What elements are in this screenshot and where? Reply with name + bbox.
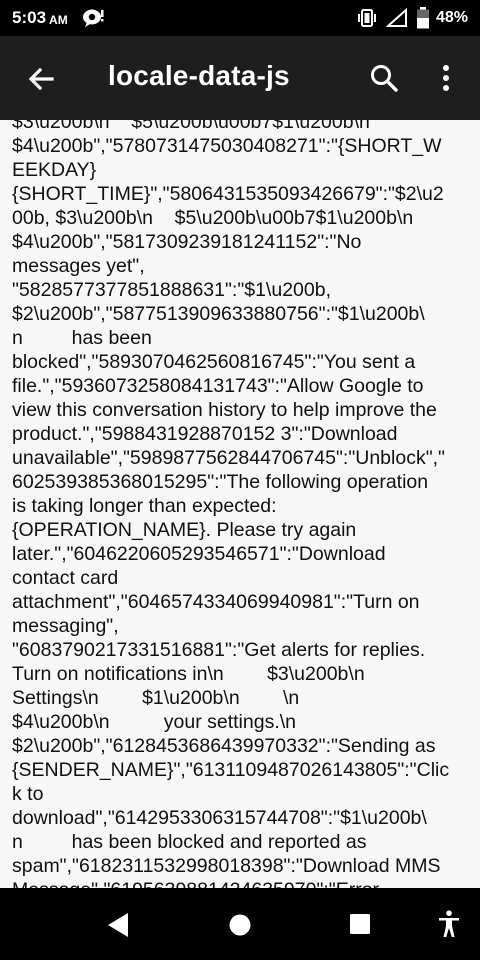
content-line: $2\u200b","6128453686439970332":"Sending… (12, 735, 436, 757)
content-line: EEKDAY} (12, 159, 97, 181)
content-line: attachment","6046574334069940981":"Turn … (12, 591, 420, 613)
status-ampm: AM (49, 12, 68, 27)
content-line: "5828577377851888631":"$1\u200b, (12, 279, 331, 301)
content-line: n has been (12, 327, 152, 349)
vibrate-icon (357, 9, 376, 27)
content-line: product.","5988431928870152 3":"Download (12, 423, 398, 445)
battery-icon (416, 7, 429, 29)
content-line: k to (12, 783, 44, 805)
home-circle-icon[interactable] (228, 913, 252, 937)
content-line: $4\u200b\n your settings.\n (12, 711, 297, 733)
content-line: contact card (12, 567, 119, 589)
content-line: $3\u200b\n $5\u200b\u00b7$1\u200b\n (12, 120, 370, 133)
content-line: {SENDER_NAME}","6131109487026143805":"Cl… (12, 759, 450, 781)
status-left: 5:03 AM (12, 7, 104, 29)
content-line: view this conversation history to help i… (12, 399, 437, 421)
content-line: 602539385368015295":"The following opera… (12, 471, 429, 493)
back-triangle-icon[interactable] (106, 912, 130, 938)
content-line: Message","6195639881424635970":"Error (12, 879, 379, 888)
content-line: {OPERATION_NAME}. Please try again (12, 519, 357, 541)
more-vert-icon[interactable] (434, 62, 458, 94)
content-line: download","6142953306315744708":"$1\u200… (12, 807, 427, 829)
status-bar: 5:03 AM 48% (0, 0, 480, 36)
page-title: locale-data-js (108, 60, 290, 91)
battery-percent: 48% (435, 9, 468, 26)
search-icon[interactable] (368, 62, 400, 94)
content-line: messaging", (12, 615, 119, 637)
navigation-bar (0, 888, 480, 960)
notification-bubble-icon (82, 9, 104, 27)
status-time: 5:03 (12, 8, 47, 27)
content-line: file.","5936073258084131743":"Allow Goog… (12, 375, 424, 397)
content-line: is taking longer than expected: (12, 495, 277, 517)
content-line: n has been blocked and reported as (12, 831, 367, 853)
content-text: $3\u200b\n $5\u200b\u00b7$1\u200b\n $4\u… (12, 120, 474, 888)
content-line: spam","6182311532998018398":"Download MM… (12, 855, 441, 877)
app-bar: locale-data-js (0, 36, 480, 120)
content-line: $4\u200b","5780731475030408271":"{SHORT_… (12, 135, 442, 157)
recents-square-icon[interactable] (349, 913, 371, 935)
content-line: unavailable","5989877562844706745":"Unbl… (12, 447, 445, 469)
content-line: {SHORT_TIME}","5806431535093426679":"$2\… (12, 183, 444, 205)
text-content-view[interactable]: $3\u200b\n $5\u200b\u00b7$1\u200b\n $4\u… (0, 120, 480, 888)
content-line: $4\u200b","5817309239181241152":"No (12, 231, 362, 253)
status-right: 48% (356, 7, 468, 29)
content-line: messages yet", (12, 255, 145, 277)
content-line: Settings\n $1\u200b\n \n (12, 687, 300, 709)
content-line: later.","6046220605293546571":"Download (12, 543, 386, 565)
signal-icon (385, 8, 407, 27)
content-line: Turn on notifications in\n $3\u200b\n (12, 663, 365, 685)
accessibility-icon[interactable] (438, 910, 460, 938)
content-line: "6083790217331516881":"Get alerts for re… (12, 639, 426, 661)
content-line: 00b, $3\u200b\n $5\u200b\u00b7$1\u200b\n (12, 207, 414, 229)
back-arrow-icon[interactable] (24, 62, 58, 96)
content-line: blocked","5893070462560816745":"You sent… (12, 351, 416, 373)
content-line: $2\u200b","5877513909633880756":"$1\u200… (12, 303, 425, 325)
